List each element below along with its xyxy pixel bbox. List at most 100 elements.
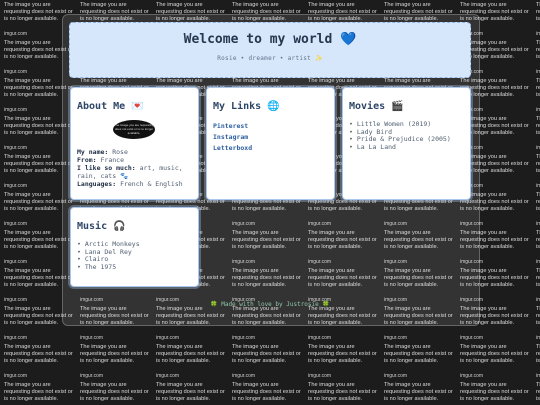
- placeholder-message: The image you are requesting does not ex…: [156, 382, 225, 402]
- placeholder-tile: The image you are requesting does not ex…: [456, 342, 532, 380]
- placeholder-message: The image you are requesting does not ex…: [536, 154, 540, 174]
- link-instagram[interactable]: Instagram: [213, 132, 252, 143]
- about-title: About Me 💌: [77, 101, 144, 112]
- placeholder-brand: imgur.com: [384, 373, 408, 379]
- placeholder-brand: imgur.com: [536, 183, 540, 189]
- links-card: My Links 🌐 Pinterest Instagram Letterbox…: [206, 87, 335, 200]
- placeholder-message: The image you are requesting does not ex…: [536, 306, 540, 326]
- from-label: From:: [77, 156, 97, 164]
- placeholder-brand: imgur.com: [384, 335, 408, 341]
- placeholder-brand: imgur.com: [80, 373, 104, 379]
- placeholder-brand: imgur.com: [536, 69, 540, 75]
- footer: 🍀 Made with love by Justrosie 🍀: [210, 301, 330, 308]
- placeholder-message: The image you are requesting does not ex…: [536, 116, 540, 136]
- languages-value: French & English: [120, 180, 183, 188]
- placeholder-message: The image you are requesting does not ex…: [536, 192, 540, 212]
- placeholder-brand: imgur.com: [536, 335, 540, 341]
- placeholder-message: The image you are requesting does not ex…: [536, 230, 540, 250]
- movies-card: Movies 🎬 Little Women (2019) Lady Bird P…: [342, 87, 471, 200]
- placeholder-tile: The image you are requesting does not ex…: [532, 38, 540, 76]
- profile-image: The image you are requesting does not ex…: [113, 120, 155, 139]
- placeholder-brand: imgur.com: [460, 373, 484, 379]
- placeholder-tile: The image you are requesting does not ex…: [0, 380, 76, 405]
- links-title: My Links 🌐: [213, 101, 280, 112]
- placeholder-message: The image you are requesting does not ex…: [460, 344, 529, 364]
- about-info: My name: Rose From: France I like so muc…: [77, 148, 195, 188]
- movies-list: Little Women (2019) Lady Bird Pride & Pr…: [349, 120, 451, 152]
- placeholder-tile: The image you are requesting does not ex…: [152, 380, 228, 405]
- placeholder-message: The image you are requesting does not ex…: [536, 344, 540, 364]
- placeholder-brand: imgur.com: [80, 335, 104, 341]
- placeholder-tile: The image you are requesting does not ex…: [532, 304, 540, 342]
- placeholder-brand: imgur.com: [156, 335, 180, 341]
- page-tagline: Rosie • dreamer • artist ✨: [217, 55, 323, 62]
- placeholder-brand: imgur.com: [4, 335, 28, 341]
- header-banner: Welcome to my world 💙 Rosie • dreamer • …: [69, 22, 471, 78]
- links-list: Pinterest Instagram Letterboxd: [213, 121, 252, 154]
- placeholder-brand: imgur.com: [536, 145, 540, 151]
- placeholder-message: The image you are requesting does not ex…: [308, 344, 377, 364]
- link-letterboxd[interactable]: Letterboxd: [213, 143, 252, 154]
- from-value: France: [100, 156, 124, 164]
- placeholder-message: The image you are requesting does not ex…: [384, 382, 453, 402]
- placeholder-tile: The image you are requesting does not ex…: [380, 380, 456, 405]
- name-value: Rose: [112, 148, 128, 156]
- placeholder-tile: The image you are requesting does not ex…: [304, 342, 380, 380]
- movies-title: Movies 🎬: [349, 101, 404, 112]
- placeholder-brand: imgur.com: [536, 31, 540, 37]
- placeholder-tile: The image you are requesting does not ex…: [76, 342, 152, 380]
- placeholder-message: The image you are requesting does not ex…: [536, 78, 540, 98]
- placeholder-brand: imgur.com: [536, 297, 540, 303]
- name-label: My name:: [77, 148, 109, 156]
- placeholder-tile: The image you are requesting does not ex…: [228, 380, 304, 405]
- music-card: Music 🎧 Arctic Monkeys Lana Del Rey Clai…: [70, 207, 199, 287]
- placeholder-tile: The image you are requesting does not ex…: [304, 380, 380, 405]
- placeholder-tile: The image you are requesting does not ex…: [532, 76, 540, 114]
- placeholder-message: The image you are requesting does not ex…: [384, 344, 453, 364]
- placeholder-tile: The image you are requesting does not ex…: [532, 0, 540, 38]
- placeholder-brand: imgur.com: [308, 335, 332, 341]
- placeholder-message: The image you are requesting does not ex…: [232, 344, 301, 364]
- placeholder-brand: imgur.com: [536, 107, 540, 113]
- music-list: Arctic Monkeys Lana Del Rey Clairo The 1…: [77, 240, 140, 272]
- languages-label: Languages:: [77, 180, 117, 188]
- placeholder-brand: imgur.com: [536, 373, 540, 379]
- page-title: Welcome to my world 💙: [183, 32, 357, 47]
- placeholder-message: The image you are requesting does not ex…: [536, 2, 540, 22]
- placeholder-tile: The image you are requesting does not ex…: [152, 342, 228, 380]
- placeholder-tile: The image you are requesting does not ex…: [532, 380, 540, 405]
- placeholder-brand: imgur.com: [536, 221, 540, 227]
- placeholder-brand: imgur.com: [232, 335, 256, 341]
- placeholder-message: The image you are requesting does not ex…: [80, 344, 149, 364]
- placeholder-message: The image you are requesting does not ex…: [460, 382, 529, 402]
- placeholder-brand: imgur.com: [308, 373, 332, 379]
- placeholder-brand: imgur.com: [232, 373, 256, 379]
- placeholder-message: The image you are requesting does not ex…: [4, 344, 73, 364]
- placeholder-tile: The image you are requesting does not ex…: [76, 380, 152, 405]
- placeholder-tile: The image you are requesting does not ex…: [380, 342, 456, 380]
- placeholder-message: The image you are requesting does not ex…: [4, 382, 73, 402]
- placeholder-message: The image you are requesting does not ex…: [536, 40, 540, 60]
- link-pinterest[interactable]: Pinterest: [213, 121, 252, 132]
- list-item: La La Land: [349, 143, 451, 152]
- placeholder-message: The image you are requesting does not ex…: [308, 382, 377, 402]
- placeholder-tile: The image you are requesting does not ex…: [532, 190, 540, 228]
- placeholder-tile: The image you are requesting does not ex…: [532, 152, 540, 190]
- placeholder-tile: The image you are requesting does not ex…: [456, 380, 532, 405]
- likes-label: I like so much:: [77, 164, 136, 172]
- placeholder-brand: imgur.com: [156, 373, 180, 379]
- placeholder-tile: The image you are requesting does not ex…: [532, 114, 540, 152]
- placeholder-message: The image you are requesting does not ex…: [80, 382, 149, 402]
- placeholder-tile: The image you are requesting does not ex…: [532, 342, 540, 380]
- placeholder-tile: The image you are requesting does not ex…: [532, 266, 540, 304]
- placeholder-message: The image you are requesting does not ex…: [536, 382, 540, 402]
- placeholder-tile: The image you are requesting does not ex…: [0, 342, 76, 380]
- placeholder-message: The image you are requesting does not ex…: [232, 382, 301, 402]
- placeholder-tile: The image you are requesting does not ex…: [532, 228, 540, 266]
- placeholder-message: The image you are requesting does not ex…: [156, 344, 225, 364]
- placeholder-brand: imgur.com: [4, 373, 28, 379]
- placeholder-brand: imgur.com: [460, 335, 484, 341]
- list-item: The 1975: [77, 263, 140, 272]
- about-card: About Me 💌 The image you are requesting …: [70, 87, 199, 200]
- music-title: Music 🎧: [77, 221, 126, 232]
